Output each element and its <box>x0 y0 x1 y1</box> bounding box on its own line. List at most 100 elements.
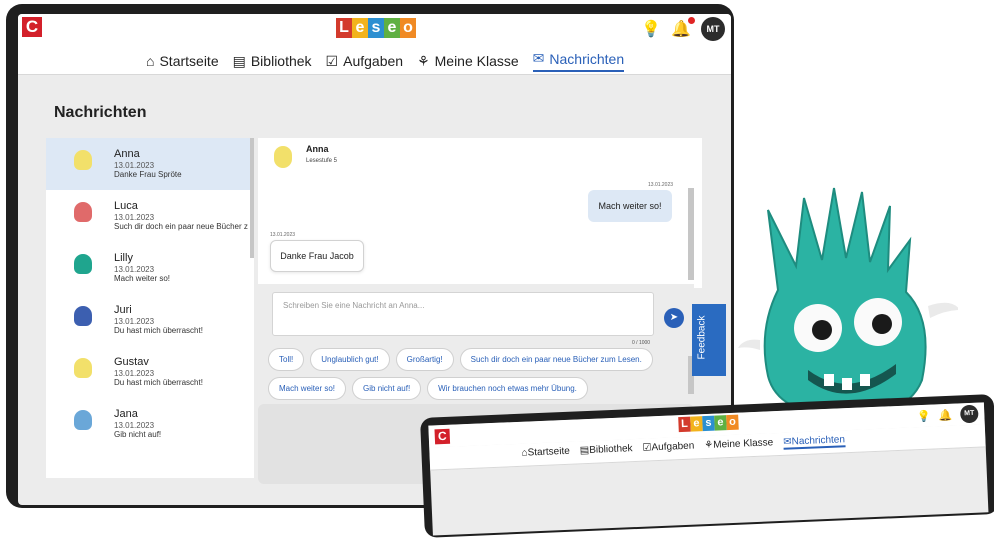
nav-item-aufgaben[interactable]: ☑Aufgaben <box>642 441 694 456</box>
mascot-tooth <box>824 374 834 386</box>
quick-reply-chip[interactable]: Mach weiter so! <box>268 377 347 400</box>
class-icon: ⚘ <box>704 439 714 452</box>
conversation-list-scrollbar[interactable] <box>250 138 254 258</box>
nav-item-startseite[interactable]: ⌂Startseite <box>146 50 219 72</box>
nav-item-label: Bibliothek <box>589 443 633 456</box>
bell-icon[interactable]: 🔔 <box>671 17 695 39</box>
user-avatar[interactable]: MT <box>701 17 725 41</box>
brand-letter: s <box>368 18 384 38</box>
nav-item-nachrichten[interactable]: ✉Nachrichten <box>532 50 625 72</box>
conversation-preview: Du hast mich überrascht! <box>114 326 203 335</box>
home-icon: ⌂ <box>146 53 155 69</box>
conversation-name: Luca <box>114 200 138 212</box>
main-nav: ⌂ Startseite ▤ Bibliothek ☑ Aufgaben ⚘ Meine Kl… <box>18 44 731 75</box>
nav-item-label: Meine Klasse <box>434 53 519 69</box>
conversation-date: 13.01.2023 <box>114 317 155 326</box>
top-icons: 💡 🔔 MT <box>917 404 979 426</box>
nav-item-meine-klasse[interactable]: ⚘Meine Klasse <box>417 50 519 72</box>
mascot-pupil-right <box>872 314 892 334</box>
quick-reply-chip[interactable]: Toll! <box>268 348 305 371</box>
brand-logo[interactable]: Leseo <box>336 18 416 38</box>
library-icon: ▤ <box>232 52 246 69</box>
compose-area: Schreiben Sie eine Nachricht an Anna... … <box>258 284 694 400</box>
conversation-name: Jana <box>114 408 138 420</box>
conversation-item[interactable]: Lilly 13.01.2023 Mach weiter so! <box>46 242 254 294</box>
mascot-pupil-left <box>812 320 832 340</box>
conversation-name: Juri <box>114 304 132 316</box>
nav-item-aufgaben[interactable]: ☑Aufgaben <box>326 50 404 72</box>
brand-letter: e <box>352 18 368 38</box>
nav-item-label: Aufgaben <box>343 53 404 69</box>
nav-item-label: Bibliothek <box>250 53 312 69</box>
conversation-preview: Du hast mich überrascht! <box>114 378 203 387</box>
user-avatar[interactable]: MT <box>959 404 979 424</box>
conversation-preview: Mach weiter so! <box>114 274 171 283</box>
nav-item-nachrichten[interactable]: ✉Nachrichten <box>783 434 846 450</box>
top-bar: C Leseo 💡 🔔 MT <box>18 14 731 44</box>
mascot-illustration <box>738 187 958 418</box>
messages-icon: ✉ <box>532 50 545 66</box>
top-icons: 💡 🔔 MT <box>641 17 725 41</box>
nav-item-label: Startseite <box>159 53 219 69</box>
message-input[interactable]: Schreiben Sie eine Nachricht an Anna... <box>272 292 654 336</box>
student-avatar <box>74 410 92 430</box>
nav-item-label: Nachrichten <box>549 50 625 67</box>
outgoing-message: Mach weiter so! <box>588 190 672 222</box>
conversation-item[interactable]: Jana 13.01.2023 Gib nicht auf! <box>46 398 254 450</box>
conversation-name: Anna <box>114 148 140 160</box>
brand-letter: L <box>678 416 691 433</box>
conversation-item[interactable]: Juri 13.01.2023 Du hast mich überrascht! <box>46 294 254 346</box>
quick-reply-chip[interactable]: Unglaublich gut! <box>310 348 390 371</box>
conversation-name: Gustav <box>114 356 149 368</box>
conversation-item[interactable]: Gustav 13.01.2023 Du hast mich überrascht! <box>46 346 254 398</box>
conversation-date: 13.01.2023 <box>114 369 155 378</box>
mascot-tooth <box>842 378 852 390</box>
notification-dot <box>688 17 695 24</box>
quick-reply-chip[interactable]: Such dir doch ein paar neue Bücher zum L… <box>459 348 653 371</box>
brand-letter: o <box>726 414 739 431</box>
bell-icon[interactable]: 🔔 <box>938 408 952 422</box>
conversation-preview: Such dir doch ein paar neue Bücher z <box>114 222 248 231</box>
lightbulb-icon[interactable]: 💡 <box>641 19 661 39</box>
quick-reply-chip[interactable]: Gib nicht auf! <box>352 377 422 400</box>
student-avatar <box>74 150 92 170</box>
chat-scrollbar[interactable] <box>688 188 694 280</box>
feedback-tab[interactable]: Feedback <box>692 304 726 376</box>
class-icon: ⚘ <box>417 52 430 69</box>
conversation-date: 13.01.2023 <box>114 161 155 170</box>
nav-item-label: Startseite <box>527 445 571 459</box>
nav-item-bibliothek[interactable]: ▤Bibliothek <box>580 443 633 458</box>
nav-item-bibliothek[interactable]: ▤Bibliothek <box>233 50 312 72</box>
conversation-item[interactable]: Anna 13.01.2023 Danke Frau Spröte <box>46 138 254 190</box>
quick-reply-chip[interactable]: Wir brauchen noch etwas mehr Übung. <box>427 377 588 400</box>
chat-reading-level: Lesestufe 5 <box>306 158 338 164</box>
second-screen: C Leseo 💡 🔔 MT ⌂Startseite ▤Bibliothek ☑Au… <box>428 402 989 536</box>
message-date: 13.01.2023 <box>648 182 674 188</box>
nav-item-startseite[interactable]: ⌂Startseite <box>521 446 570 461</box>
quick-replies: Toll! Unglaublich gut! Großartig! Such dir … <box>268 348 668 400</box>
brand-letter: e <box>714 415 727 431</box>
lightbulb-icon[interactable]: 💡 <box>917 409 931 423</box>
publisher-logo[interactable]: C <box>434 428 451 445</box>
brand-letter: s <box>702 415 715 432</box>
conversation-date: 13.01.2023 <box>114 213 155 222</box>
character-counter: 0 / 1000 <box>632 340 651 346</box>
brand-letter: o <box>400 18 416 38</box>
feedback-label: Feedback <box>696 315 708 360</box>
nav-item-meine-klasse[interactable]: ⚘Meine Klasse <box>704 437 773 453</box>
brand-logo[interactable]: Leseo <box>678 414 739 433</box>
conversation-date: 13.01.2023 <box>114 265 155 274</box>
student-avatar <box>74 202 92 222</box>
quick-reply-chip[interactable]: Großartig! <box>395 348 454 371</box>
nav-item-label: Nachrichten <box>791 434 846 448</box>
publisher-logo[interactable]: C <box>22 17 42 37</box>
nav-item-label: Aufgaben <box>651 440 695 454</box>
chat-recipient-name: Anna <box>306 144 329 154</box>
conversation-item[interactable]: Luca 13.01.2023 Such dir doch ein paar neu… <box>46 190 254 242</box>
conversation-name: Lilly <box>114 252 133 264</box>
library-icon: ▤ <box>579 444 590 457</box>
conversation-preview: Gib nicht auf! <box>114 430 162 439</box>
tasks-icon: ☑ <box>325 52 339 69</box>
incoming-message: Danke Frau Jacob <box>270 240 364 272</box>
send-button[interactable]: ➤ <box>664 308 684 328</box>
